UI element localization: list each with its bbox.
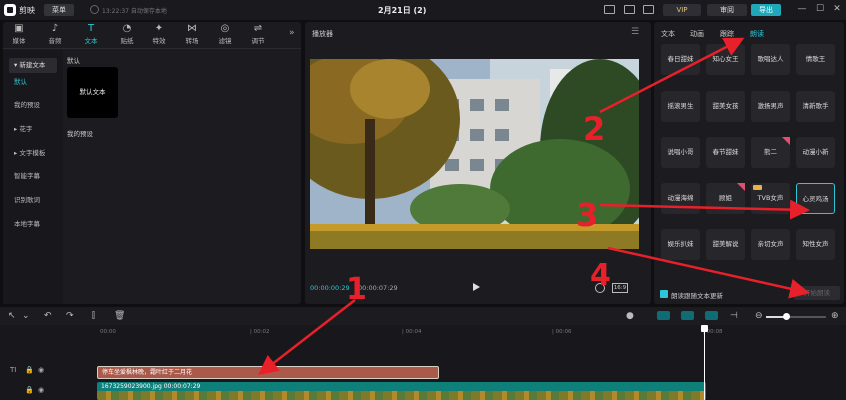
annotation-arrow-3: [599, 199, 810, 220]
annotation-arrow-1: [258, 299, 356, 376]
annotation-arrow-2: [599, 37, 745, 114]
annotation-number-3: 3: [576, 196, 599, 234]
annotation-number-2: 2: [583, 110, 606, 148]
annotation-number-1: 1: [346, 272, 367, 307]
annotation-number-4: 4: [590, 258, 611, 293]
annotation-arrow-4: [607, 246, 810, 299]
annotation-overlay: [258, 37, 810, 376]
